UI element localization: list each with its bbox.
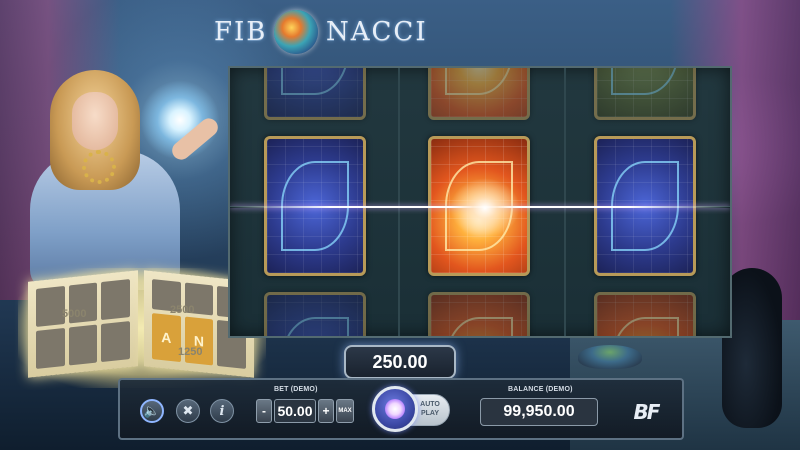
win-amount-display: 250.00 (344, 345, 456, 379)
speaker-icon: 🔈 (143, 403, 161, 418)
book-cell (68, 324, 98, 366)
spin-icon (385, 399, 405, 419)
settings-button[interactable]: ✖ (176, 399, 200, 423)
reel-divider (398, 68, 400, 336)
logo-text-right: NACCI (326, 17, 428, 47)
bet-max-button[interactable]: MAX (336, 399, 354, 423)
book-cell (101, 321, 130, 363)
reel-symbol-gold-card (594, 68, 696, 120)
book-number: 5000 (62, 308, 87, 320)
book-cell-letter: N (184, 316, 214, 366)
spiral-pattern-icon (611, 68, 679, 95)
book-page-left (28, 270, 138, 378)
spin-group: AUTO PLAY (372, 386, 452, 432)
provider-logo: BF (633, 400, 661, 424)
spiral-pattern-icon (445, 68, 513, 95)
control-bar: 🔈 ✖ i BET (DEMO) - 50.00 + MAX AUTO PLAY… (118, 378, 684, 440)
book-cell (36, 285, 65, 327)
game-logo: FIB NACCI (214, 10, 444, 54)
bet-control: - 50.00 + MAX (256, 398, 354, 424)
balance-value: 99,950.00 (480, 398, 598, 426)
spiral-pattern-icon (281, 68, 349, 95)
tools-icon: ✖ (182, 403, 194, 418)
info-icon: i (219, 403, 225, 419)
book-number: 2500 (170, 304, 195, 316)
reel-symbol-fire-card (594, 292, 696, 336)
fruit-bowl (578, 345, 642, 369)
bet-increase-button[interactable]: + (318, 399, 334, 423)
book-number: 1250 (178, 346, 203, 358)
reel-symbol-fire-card (428, 292, 530, 336)
reel-area[interactable] (228, 66, 732, 338)
character-face (72, 92, 118, 150)
spiral-pattern-icon (445, 317, 513, 336)
sound-button[interactable]: 🔈 (140, 399, 164, 423)
info-button[interactable]: i (210, 399, 234, 423)
book-cell-letter: A (152, 313, 181, 363)
bet-value: 50.00 (274, 399, 316, 423)
balance-label: BALANCE (DEMO) (508, 386, 573, 393)
fibonacci-emblem-icon (274, 10, 318, 54)
logo-text-left: FIB (214, 17, 268, 47)
reel-symbol-blue-card (264, 68, 366, 120)
spiral-pattern-icon (611, 317, 679, 336)
character-necklace (82, 150, 116, 184)
autoplay-label[interactable]: AUTO PLAY (416, 400, 444, 418)
spin-button[interactable] (372, 386, 418, 432)
spiral-pattern-icon (281, 317, 349, 336)
reel-symbol-blue-card (264, 292, 366, 336)
reel-symbol-fire-card (428, 68, 530, 120)
book-cell (36, 327, 65, 369)
win-flare (450, 178, 520, 238)
book-cell (101, 279, 130, 321)
bet-decrease-button[interactable]: - (256, 399, 272, 423)
reel-divider (564, 68, 566, 336)
bet-label: BET (DEMO) (274, 386, 318, 393)
